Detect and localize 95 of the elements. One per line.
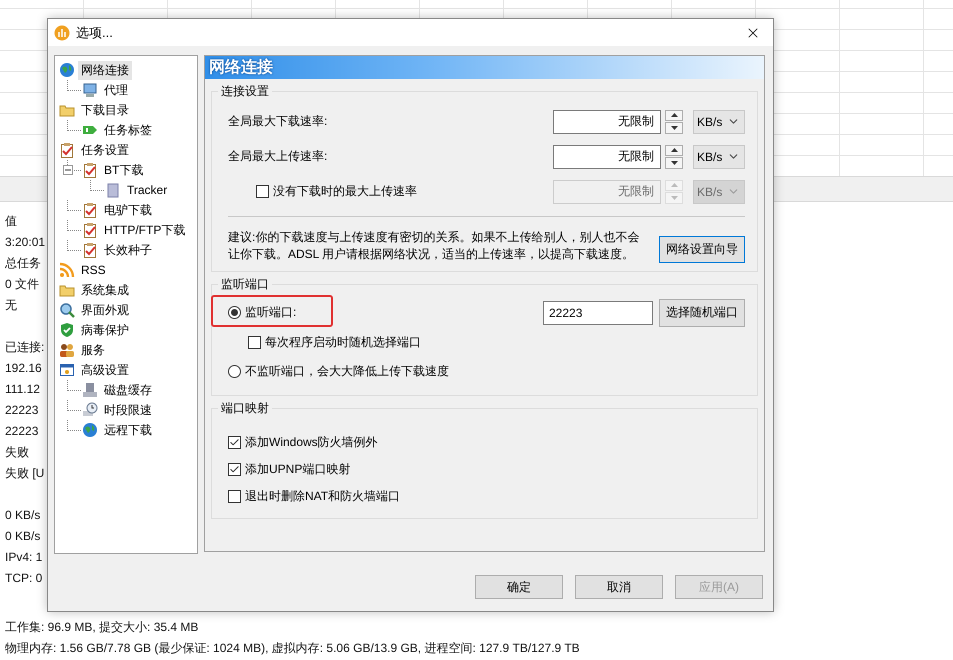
checkbox[interactable] bbox=[228, 436, 241, 449]
clipboard-icon bbox=[82, 162, 98, 178]
port-field[interactable]: 22223 bbox=[543, 300, 653, 324]
info-value: 0 KB/s bbox=[5, 528, 40, 545]
spin-up-button[interactable] bbox=[665, 144, 683, 156]
tree-item[interactable]: 代理 bbox=[101, 80, 131, 100]
group-title: 监听端口 bbox=[220, 276, 270, 293]
info-value: 0 文件 bbox=[5, 276, 40, 293]
shield-icon bbox=[59, 322, 75, 338]
down-triangle-icon bbox=[670, 196, 678, 200]
collapse-icon[interactable] bbox=[63, 165, 73, 175]
field-label: 全局最大下载速率: bbox=[228, 113, 328, 130]
window-title: 选项... bbox=[76, 24, 114, 42]
server-icon bbox=[105, 182, 121, 198]
checkbox[interactable] bbox=[228, 490, 241, 503]
tree-item[interactable]: Tracker bbox=[124, 182, 170, 198]
spin-up-button[interactable] bbox=[665, 110, 683, 121]
status-line: 物理内存: 1.56 GB/7.78 GB (最少保证: 1024 MB), 虚拟内存: 5.06 GB/13.9 GB, 进程空间: 127.9 TB/127.9 TB bbox=[4, 640, 580, 657]
info-value: IPv4: 1 bbox=[5, 549, 42, 566]
people-icon bbox=[59, 342, 75, 358]
random-port-button[interactable]: 选择随机端口 bbox=[659, 298, 745, 326]
tree-item[interactable]: RSS bbox=[78, 262, 109, 278]
computer-icon bbox=[82, 82, 98, 98]
tree-item[interactable]: BT下载 bbox=[101, 160, 146, 180]
clipboard-icon bbox=[82, 242, 98, 258]
tree-item[interactable]: 远程下载 bbox=[101, 420, 155, 440]
info-value: TCP: 0 bbox=[5, 570, 42, 587]
unit-dropdown[interactable]: KB/s bbox=[693, 110, 745, 134]
info-value: 0 KB/s bbox=[5, 507, 40, 524]
clipboard-icon bbox=[82, 202, 98, 218]
tree-item[interactable]: 病毒保护 bbox=[78, 320, 132, 340]
disk-icon bbox=[82, 382, 98, 398]
tree-item[interactable]: 网络连接 bbox=[78, 60, 132, 80]
clock-icon bbox=[82, 402, 98, 418]
clipboard-icon bbox=[59, 142, 75, 158]
radio-label: 监听端口: bbox=[245, 304, 296, 321]
window-icon bbox=[59, 362, 75, 378]
down-triangle-icon bbox=[670, 160, 678, 165]
tree-item[interactable]: 电驴下载 bbox=[101, 200, 155, 220]
magnifier-icon bbox=[59, 302, 75, 318]
checkbox-label: 添加UPNP端口映射 bbox=[245, 461, 350, 478]
tree-item[interactable]: 服务 bbox=[78, 340, 108, 360]
tree-item[interactable]: 任务设置 bbox=[78, 140, 132, 160]
rss-icon bbox=[59, 262, 75, 278]
down-triangle-icon bbox=[670, 126, 678, 130]
clipboard-icon bbox=[82, 222, 98, 238]
info-value: 失败 [U bbox=[5, 465, 44, 482]
checkbox-label: 退出时删除NAT和防火墙端口 bbox=[245, 488, 400, 505]
dialog-button[interactable]: 取消 bbox=[575, 575, 663, 599]
info-value: 111.12 bbox=[5, 381, 40, 398]
advice-text: 建议:你的下载速度与上传速度有密切的关系。如果不上传给别人，别人也不会让你下载。ADSL 用户请根据网络状况，适当的上传速率，以提高下载速度。 bbox=[228, 229, 640, 263]
rate-field[interactable]: 无限制 bbox=[553, 144, 661, 168]
radio-label: 不监听端口，会大大降低上传下载速度 bbox=[245, 363, 449, 380]
info-value: 失败 bbox=[5, 444, 29, 461]
checkbox-label: 添加Windows防火墙例外 bbox=[245, 434, 378, 451]
app-logo-icon bbox=[54, 24, 70, 40]
section-header: 网络连接 bbox=[205, 56, 764, 79]
dialog-button[interactable]: 确定 bbox=[475, 575, 563, 599]
info-value: 值 bbox=[5, 213, 17, 230]
tree-item[interactable]: 长效种子 bbox=[101, 240, 155, 260]
radio-button[interactable] bbox=[228, 306, 241, 319]
tree-item[interactable]: 任务标签 bbox=[101, 120, 155, 140]
tree-item[interactable]: 系统集成 bbox=[78, 280, 132, 300]
checkbox-label: 每次程序启动时随机选择端口 bbox=[265, 334, 421, 350]
info-value: 22223 bbox=[5, 402, 38, 419]
globe-icon bbox=[82, 422, 98, 438]
spin-down-button[interactable] bbox=[665, 157, 683, 168]
spin-down-button[interactable] bbox=[665, 122, 683, 134]
tree-item[interactable]: 界面外观 bbox=[78, 300, 132, 320]
info-value: 无 bbox=[5, 297, 17, 314]
info-value: 3:20:01 bbox=[5, 234, 46, 251]
rate-field[interactable]: 无限制 bbox=[553, 110, 661, 134]
group-title: 连接设置 bbox=[220, 83, 270, 100]
up-triangle-icon bbox=[670, 183, 678, 188]
radio-button[interactable] bbox=[228, 365, 241, 378]
unit-dropdown[interactable]: KB/s bbox=[693, 144, 745, 168]
checkbox[interactable] bbox=[248, 336, 261, 348]
checkbox-label: 没有下载时的最大上传速率 bbox=[273, 183, 417, 200]
up-triangle-icon bbox=[670, 113, 678, 118]
info-value: 22223 bbox=[5, 423, 38, 440]
tree-item[interactable]: 时段限速 bbox=[101, 400, 155, 420]
info-value: 总任务 bbox=[5, 255, 41, 272]
info-value: 192.16 bbox=[5, 360, 42, 377]
status-line: 工作集: 96.9 MB, 提交大小: 35.4 MB bbox=[4, 619, 198, 636]
tree-item[interactable]: HTTP/FTP下载 bbox=[101, 220, 188, 240]
field-label: 全局最大上传速率: bbox=[228, 148, 328, 165]
tree-item[interactable]: 高级设置 bbox=[78, 360, 132, 380]
network-wizard-button[interactable]: 网络设置向导 bbox=[659, 236, 745, 263]
up-triangle-icon bbox=[670, 148, 678, 152]
checkbox[interactable] bbox=[228, 463, 241, 476]
tree-item[interactable]: 磁盘缓存 bbox=[101, 380, 155, 400]
group-title: 端口映射 bbox=[220, 400, 270, 417]
info-value: 已连接: bbox=[5, 339, 44, 356]
tree-item[interactable]: 下载目录 bbox=[78, 100, 132, 120]
globe-icon bbox=[59, 62, 75, 78]
